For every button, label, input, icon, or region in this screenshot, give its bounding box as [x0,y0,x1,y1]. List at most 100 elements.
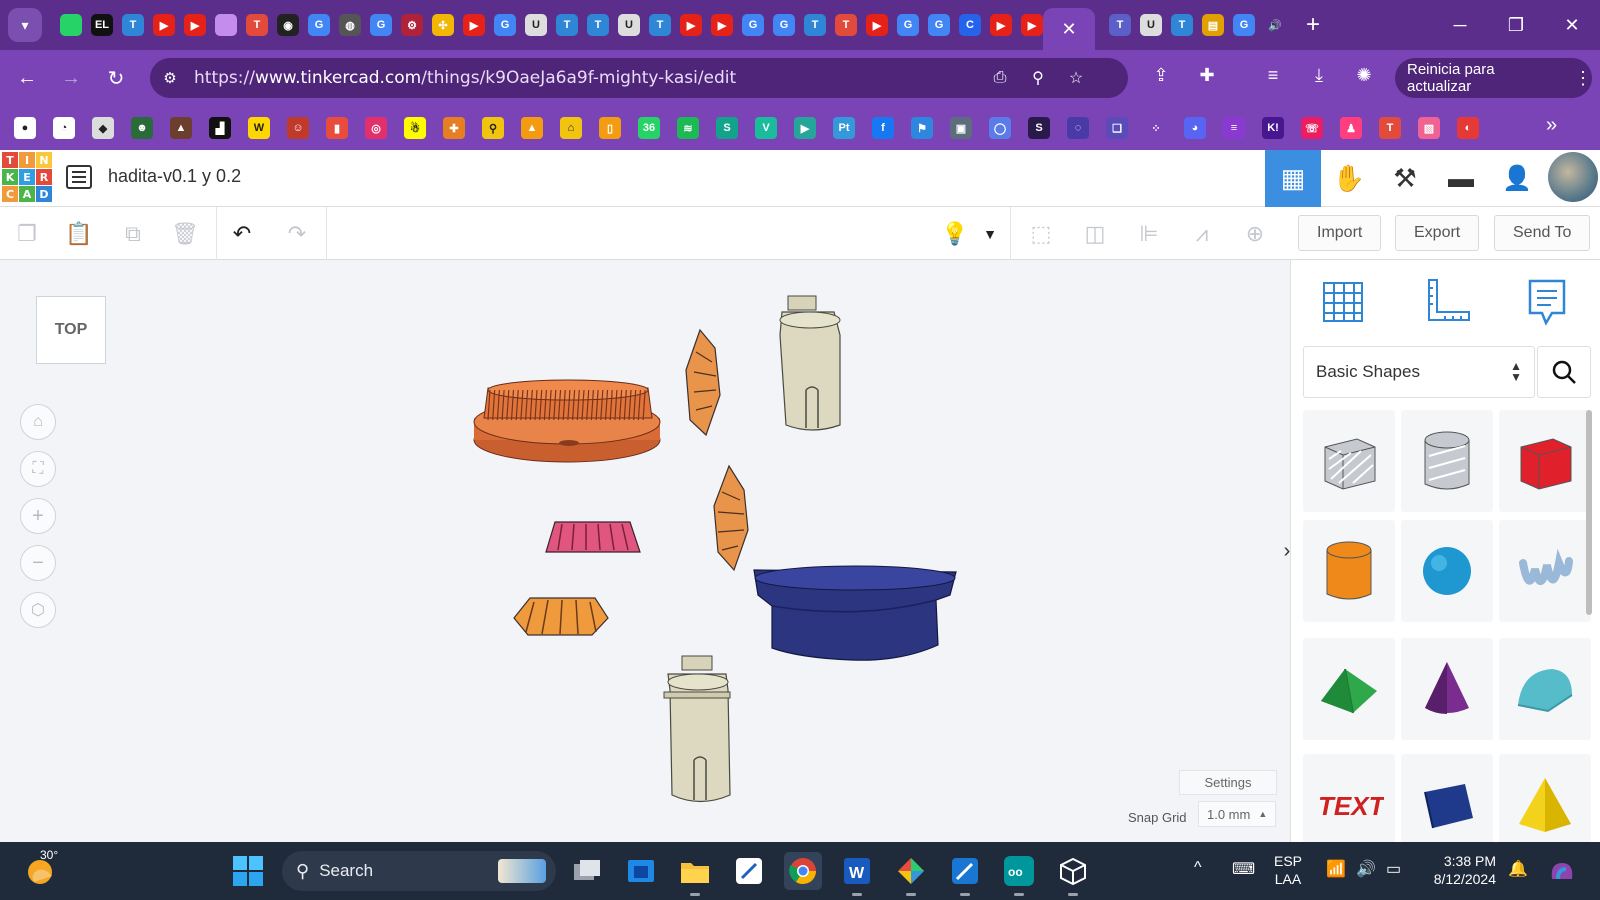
bevel-gear-orange-lower[interactable] [513,597,609,636]
close-tab-icon[interactable]: ✕ [1061,19,1076,40]
import-button[interactable]: Import [1298,215,1382,251]
minimize-window-button[interactable]: ─ [1432,0,1488,50]
gear-red-icon[interactable]: ⚙ [401,14,423,36]
tinkercad-icon[interactable]: T [246,14,268,36]
paint-app-icon[interactable] [946,852,984,896]
animal-icon[interactable]: ▲ [170,117,192,139]
youtube-icon[interactable]: ▶ [184,14,206,36]
undo-icon[interactable]: ↶ [225,217,259,251]
youtube-icon[interactable]: ▶ [990,14,1012,36]
blocks-pickaxe-icon[interactable]: ⚒ [1377,150,1433,207]
sim-lab-icon[interactable]: ✋ [1321,150,1377,207]
bookmark-star-icon[interactable]: ☆ [1064,66,1088,90]
google-icon[interactable]: G [308,14,330,36]
bricks-icon[interactable]: ▬ [1433,150,1489,207]
chrome-taskbar-icon[interactable] [784,852,822,890]
export-button[interactable]: Export [1395,215,1480,251]
vector-icon[interactable]: V [755,117,777,139]
google-icon[interactable]: G [494,14,516,36]
bevel-gear-orange-middle[interactable] [713,464,749,572]
forward-button[interactable]: → [53,60,89,96]
bookmarks-overflow-button[interactable]: » [1546,114,1557,137]
teams-t-icon[interactable]: T [649,14,671,36]
flag-icon[interactable]: ⚑ [911,117,933,139]
light-bulb-icon[interactable]: 💡 [938,217,972,251]
notification-bell-icon[interactable]: 🔔 [1508,859,1528,879]
dots-circle-icon[interactable]: ⁘ [1145,117,1167,139]
copilot-icon[interactable] [1548,859,1576,888]
teams-t-icon[interactable]: T [556,14,578,36]
relaunch-update-button[interactable]: Reinicia para actualizar ⋮ [1395,58,1592,98]
start-windows-icon[interactable] [232,855,264,887]
tab-search-icon[interactable]: ▾ [8,8,42,42]
arduino-icon[interactable]: oo [1000,852,1038,896]
swirl-icon[interactable]: ◌ [1067,117,1089,139]
bookmark-app-icon[interactable]: ▯ [599,117,621,139]
clock-icon[interactable]: ◔ [53,117,75,139]
phone-icon[interactable]: ☏ [1301,117,1323,139]
settings-button[interactable]: Settings [1179,770,1277,795]
bevel-gear-orange-top[interactable] [685,328,721,437]
address-bar[interactable]: ⚙ https://www.tinkercad.com/things/k9Oae… [150,58,1128,98]
shape-tile-pyramid[interactable] [1499,754,1591,842]
media-queue-icon[interactable]: ≡ [1258,60,1288,90]
shape-tile-box[interactable] [1499,410,1591,512]
add-collaborator-icon[interactable]: 👤 [1489,150,1545,207]
tools-icon[interactable]: ▟ [209,117,231,139]
u-icon[interactable]: U [525,14,547,36]
shape-library-select[interactable]: Basic Shapes ▲ ▼ [1303,346,1535,398]
wifi-icon[interactable]: 📶 [1326,859,1346,879]
input-language[interactable]: ESP LAA [1274,852,1302,888]
facebook-icon[interactable]: f [872,117,894,139]
lilac-square-icon[interactable] [215,14,237,36]
ruler-icon[interactable] [1419,274,1475,330]
stripes-icon[interactable]: ≡ [1223,117,1245,139]
copy-icon[interactable]: ❐ [10,217,44,251]
close-window-button[interactable]: ✕ [1544,0,1600,50]
extension-upload-icon[interactable]: ⇪ [1146,60,1176,90]
wikipedia-icon[interactable]: W [248,117,270,139]
project-title[interactable]: hadita-v0.1 y 0.2 [108,166,241,187]
install-app-icon[interactable]: ⎙ [988,66,1012,90]
reload-button[interactable]: ↻ [98,60,134,96]
align-icon[interactable]: ⊫ [1132,217,1166,251]
shape-search-icon[interactable] [1537,346,1591,398]
speaker-icon[interactable]: 🔊 [1264,14,1286,36]
robot-icon[interactable]: ☻ [131,117,153,139]
google-icon[interactable]: G [928,14,950,36]
cone-icon[interactable]: ▲ [521,117,543,139]
site-info-icon[interactable]: ⚙ [150,58,190,98]
extensions-puzzle-icon[interactable]: ✚ [1192,60,1222,90]
globe-icon[interactable]: ◍ [339,14,361,36]
new-tab-button[interactable]: + [1306,11,1320,39]
url-text[interactable]: https://www.tinkercad.com/things/k9OaeJa… [194,68,736,88]
snapchat-icon[interactable]: ☃ [404,117,426,139]
mirror-icon[interactable]: ⩘ [1185,217,1219,251]
taskbar-search[interactable]: ⚲ Search [282,851,556,891]
youtube-icon[interactable]: ▶ [680,14,702,36]
shape-tile-sphere[interactable] [1401,520,1493,622]
zoom-icon[interactable]: ⚲ [1026,66,1050,90]
send-to-button[interactable]: Send To [1494,215,1591,251]
tv-icon[interactable]: ▤ [1202,14,1224,36]
system-clock[interactable]: 3:38 PM 8/12/2024 [1404,852,1496,888]
duplicate-icon[interactable]: ⧉ [116,217,150,251]
youtube-icon[interactable]: ▶ [1021,14,1043,36]
3d-box-icon[interactable] [1054,852,1092,896]
play-icon[interactable]: ▶ [794,117,816,139]
whatsapp-icon[interactable]: 36 [638,117,660,139]
shape-tile-text[interactable]: TEXT [1303,754,1395,842]
battery-icon[interactable]: ▭ [1386,859,1401,879]
google-icon[interactable]: G [773,14,795,36]
shape-tile-cylinder[interactable] [1303,520,1395,622]
tinkercad-icon[interactable]: T [835,14,857,36]
teams-t-icon[interactable]: T [1171,14,1193,36]
github-icon[interactable]: ◉ [277,14,299,36]
volume-icon[interactable]: 🔊 [1356,859,1376,879]
shape-tile-box-hole[interactable] [1303,410,1395,512]
user-avatar[interactable] [1548,152,1598,202]
youtube-icon[interactable]: ▶ [866,14,888,36]
diamond-app-icon[interactable] [892,852,930,896]
beige-shaft-top[interactable] [779,295,841,431]
back-button[interactable]: ← [9,60,45,96]
